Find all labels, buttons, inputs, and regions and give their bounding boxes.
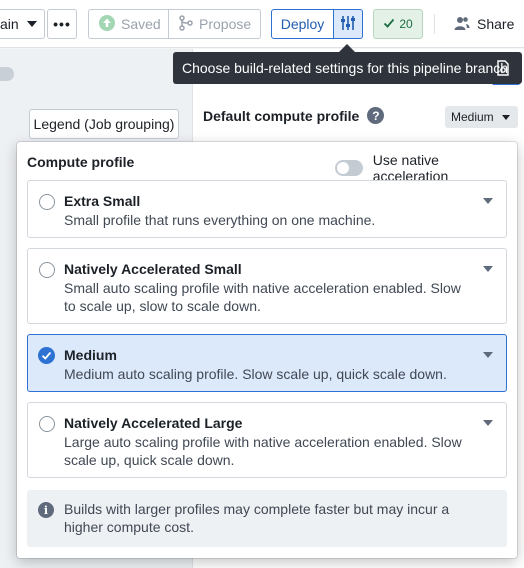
- chevron-down-icon[interactable]: [483, 420, 493, 426]
- profile-option-natively-accelerated-small[interactable]: Natively Accelerated Small Small auto sc…: [27, 248, 507, 324]
- people-icon: [454, 15, 470, 34]
- profile-option-natively-accelerated-large[interactable]: Natively Accelerated Large Large auto sc…: [27, 402, 507, 478]
- popover-title: Compute profile: [27, 154, 135, 170]
- build-settings-tooltip: Choose build-related settings for this p…: [173, 52, 522, 84]
- default-compute-profile-row: Default compute profile ?: [203, 107, 385, 124]
- caret-down-icon: [26, 21, 37, 27]
- sliders-icon: [340, 15, 356, 34]
- info-text: Builds with larger profiles may complete…: [64, 501, 450, 535]
- legend-label: Legend (Job grouping): [33, 116, 175, 132]
- help-icon[interactable]: ?: [367, 107, 385, 124]
- check-circle-icon[interactable]: [38, 347, 55, 364]
- legend-button[interactable]: Legend (Job grouping): [29, 109, 179, 139]
- merge-icon: [179, 14, 193, 34]
- native-acceleration-switch[interactable]: [335, 160, 363, 176]
- option-description: Large auto scaling profile with native a…: [64, 434, 462, 468]
- option-description: Small profile that runs everything on on…: [64, 212, 376, 228]
- profile-option-extra-small[interactable]: Extra Small Small profile that runs ever…: [27, 180, 507, 238]
- chevron-down-icon[interactable]: [483, 198, 493, 204]
- build-settings-button[interactable]: [333, 9, 363, 39]
- document-cog-icon: [495, 60, 511, 79]
- arrow-up-circle-icon: [99, 14, 115, 34]
- option-description: Small auto scaling profile with native a…: [64, 280, 461, 314]
- compute-profile-value: Medium: [451, 110, 494, 124]
- chevron-down-icon[interactable]: [483, 266, 493, 272]
- default-compute-label: Default compute profile: [203, 107, 360, 124]
- tooltip-arrow: [339, 44, 355, 52]
- toolbar-divider: [434, 14, 435, 34]
- graph-node-handle[interactable]: [0, 67, 14, 81]
- info-callout: i Builds with larger profiles may comple…: [27, 490, 507, 547]
- compute-profile-dropdown[interactable]: Medium: [445, 106, 518, 128]
- more-icon: •••: [53, 16, 71, 32]
- radio-button[interactable]: [39, 194, 55, 210]
- checks-button[interactable]: 20: [373, 9, 423, 39]
- switch-knob: [337, 162, 349, 174]
- deploy-button[interactable]: Deploy: [271, 9, 334, 39]
- radio-button[interactable]: [39, 416, 55, 432]
- radio-button[interactable]: [39, 262, 55, 278]
- propose-button[interactable]: Propose: [168, 9, 261, 39]
- branch-selector[interactable]: ain: [0, 9, 45, 39]
- share-label: Share: [477, 16, 515, 32]
- option-name: Extra Small: [64, 193, 141, 209]
- tooltip-text: Choose build-related settings for this p…: [182, 60, 509, 76]
- saved-label: Saved: [121, 16, 161, 32]
- top-toolbar: ain ••• Saved Propose Deploy 20 Share: [0, 0, 524, 48]
- option-name: Natively Accelerated Small: [64, 261, 242, 277]
- compute-profile-popover: Compute profile Use native acceleration …: [17, 142, 517, 558]
- option-name: Medium: [64, 347, 117, 363]
- more-options-button[interactable]: •••: [47, 9, 77, 39]
- info-icon: i: [38, 502, 54, 518]
- checks-count: 20: [399, 17, 413, 31]
- option-name: Natively Accelerated Large: [64, 415, 243, 431]
- saved-button[interactable]: Saved: [88, 9, 169, 39]
- check-icon: [383, 17, 395, 32]
- propose-label: Propose: [199, 16, 252, 32]
- deploy-label: Deploy: [280, 16, 325, 32]
- option-description: Medium auto scaling profile. Slow scale …: [64, 366, 447, 382]
- share-button[interactable]: Share: [454, 9, 514, 39]
- chevron-down-icon[interactable]: [483, 352, 493, 358]
- branch-label: ain: [0, 16, 19, 32]
- profile-option-medium[interactable]: Medium Medium auto scaling profile. Slow…: [27, 334, 507, 392]
- caret-down-icon: [501, 114, 510, 120]
